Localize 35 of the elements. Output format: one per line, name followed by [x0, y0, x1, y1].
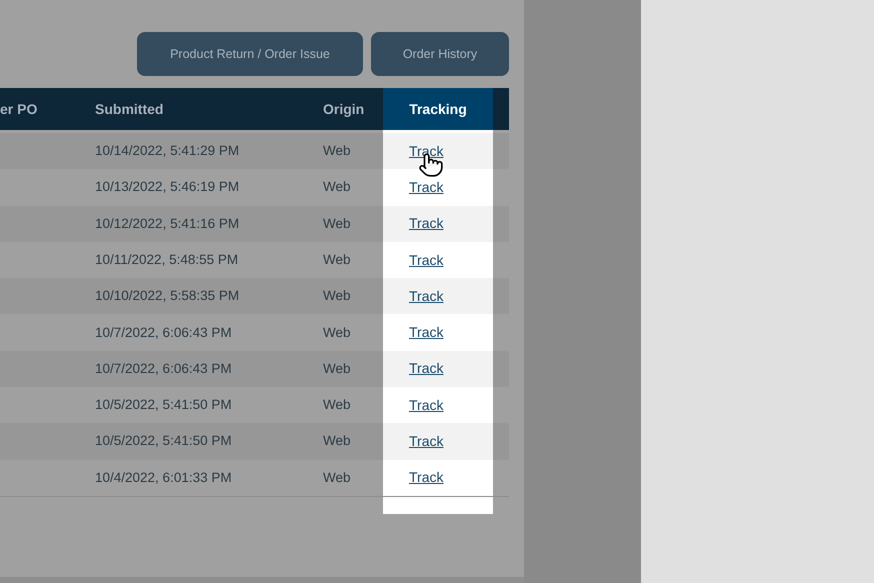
track-link[interactable]: Track	[409, 286, 444, 307]
track-link[interactable]: Track	[409, 394, 444, 416]
column-header: Origin	[323, 100, 364, 119]
table-cell-text: 10/5/2022, 5:41:50 PM	[95, 396, 232, 414]
table-cell-text: 10/11/2022, 5:48:55 PM	[95, 250, 238, 269]
table-cell-text: Web	[323, 432, 351, 450]
track-link[interactable]: Track	[409, 358, 444, 380]
table-cell-text: 10/7/2022, 6:06:43 PM	[95, 360, 232, 378]
track-link[interactable]: Track	[409, 322, 444, 344]
highlighted-column-header: Tracking	[383, 88, 493, 130]
track-link[interactable]: Track	[409, 431, 444, 452]
table-cell-text: 10/5/2022, 5:41:50 PM	[95, 432, 232, 450]
table-cell-text: 10/7/2022, 6:06:43 PM	[95, 324, 232, 342]
table-cell-text: 10/14/2022, 5:41:29 PM	[95, 142, 240, 160]
table-cell-text: 10/12/2022, 5:41:16 PM	[95, 214, 240, 233]
track-link[interactable]: Track	[409, 176, 444, 198]
nav-button[interactable]: Product Return / Order Issue	[137, 32, 363, 76]
column-header: er PO	[0, 100, 38, 118]
table-cell-text: Web	[323, 250, 351, 269]
table-cell-text: Web	[323, 468, 351, 487]
table-cell-text: Web	[323, 360, 351, 378]
table-cell-text: Web	[323, 214, 351, 233]
table-cell-text: 10/13/2022, 5:46:19 PM	[95, 178, 240, 196]
table-cell-text: Web	[323, 324, 351, 342]
track-link[interactable]: Track	[409, 213, 444, 234]
table-cell-text: Web	[323, 142, 351, 160]
track-link[interactable]: Track	[409, 250, 444, 271]
table-cell-text: Web	[323, 396, 351, 414]
table-cell-text: Web	[323, 178, 351, 196]
table-cell-text: 10/10/2022, 5:58:35 PM	[95, 287, 240, 306]
nav-button[interactable]: Order History	[371, 32, 509, 76]
track-link[interactable]: Track	[409, 467, 444, 488]
table-cell-text: Web	[323, 287, 351, 306]
column-header: Submitted	[95, 100, 164, 118]
table-cell-text: 10/4/2022, 6:01:33 PM	[95, 468, 232, 487]
